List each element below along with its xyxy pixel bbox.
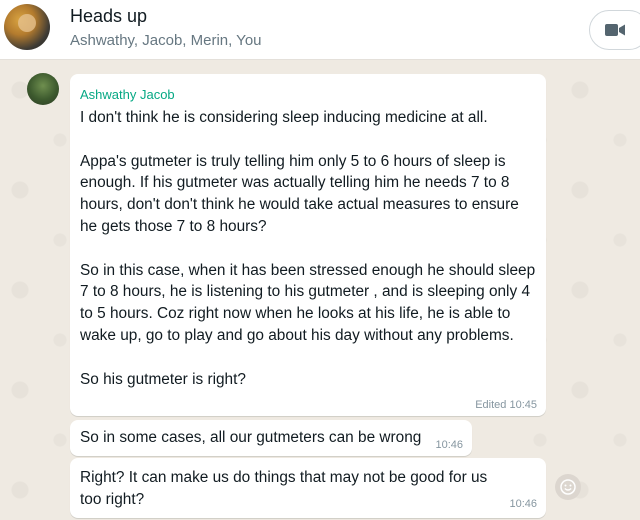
react-button[interactable] <box>555 474 581 500</box>
message-meta: Edited 10:45 <box>475 399 537 411</box>
group-avatar[interactable] <box>4 4 50 50</box>
message-text: Right? It can make us do things that may… <box>80 469 492 508</box>
video-camera-icon <box>605 24 625 36</box>
message-bubble[interactable]: Ashwathy Jacob I don't think he is consi… <box>70 74 546 416</box>
sender-avatar[interactable] <box>27 73 59 105</box>
group-title[interactable]: Heads up <box>70 6 147 27</box>
video-call-button[interactable] <box>589 10 640 50</box>
chat-header: Heads up Ashwathy, Jacob, Merin, You <box>0 0 640 60</box>
message-bubble[interactable]: Right? It can make us do things that may… <box>70 458 546 518</box>
message-meta: 10:46 <box>509 498 537 510</box>
sender-name[interactable]: Ashwathy Jacob <box>80 87 175 102</box>
smiley-icon <box>560 479 576 495</box>
message-bubble[interactable]: So in some cases, all our gutmeters can … <box>70 420 472 456</box>
message-text: So in some cases, all our gutmeters can … <box>80 429 422 446</box>
message-text: I don't think he is considering sleep in… <box>80 109 536 388</box>
message-meta: 10:46 <box>435 439 463 451</box>
group-participants[interactable]: Ashwathy, Jacob, Merin, You <box>70 32 262 49</box>
